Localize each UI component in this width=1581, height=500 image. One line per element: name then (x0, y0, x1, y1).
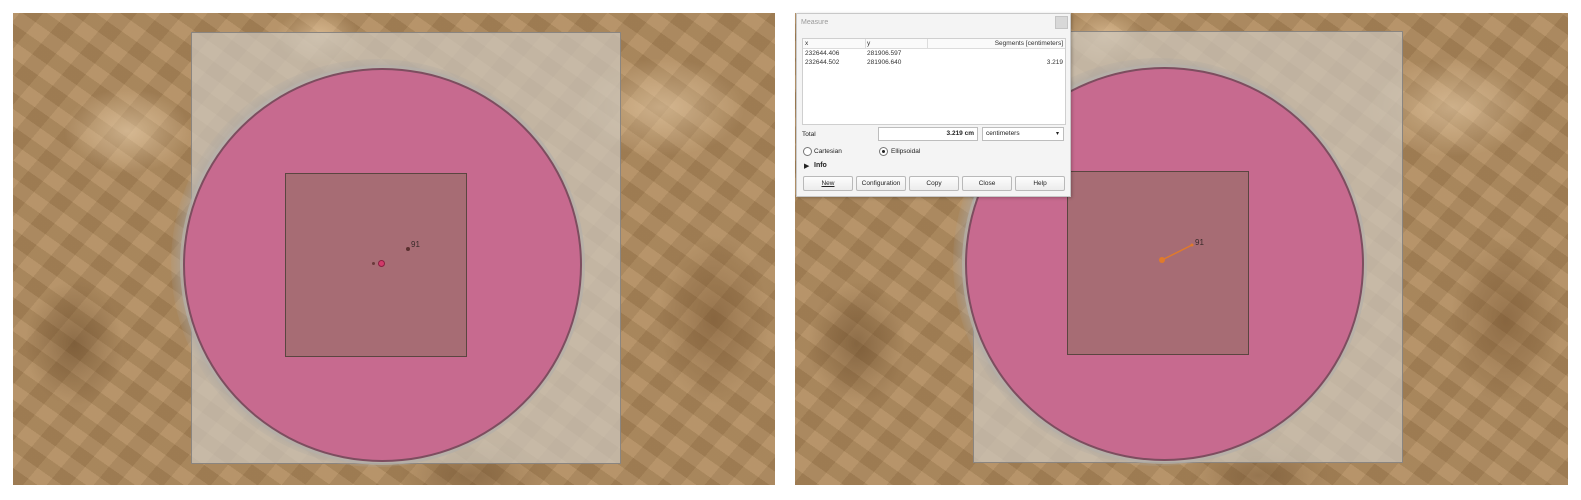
measure-dialog: Measure x y Segments [centimeters] 23264… (796, 13, 1071, 197)
cartesian-radio[interactable] (803, 147, 812, 156)
info-toggle[interactable]: Info (814, 162, 827, 169)
configuration-button[interactable]: Configuration (856, 176, 906, 191)
measure-start-point (1159, 257, 1165, 263)
close-button[interactable]: Close (962, 176, 1012, 191)
measure-segment (1161, 244, 1193, 261)
cell-segment: 3.219 (1046, 59, 1063, 66)
measure-end-point (1190, 243, 1194, 247)
cell-x: 232644.406 (805, 50, 840, 57)
col-header-y: y (867, 40, 871, 47)
new-button[interactable]: New (803, 176, 853, 191)
cell-y: 281906.640 (867, 59, 902, 66)
point-label: 91 (1195, 238, 1204, 247)
unit-select[interactable]: centimeters ▾ (982, 127, 1064, 141)
copy-button[interactable]: Copy (909, 176, 959, 191)
vertex-point-marker (372, 262, 375, 265)
table-row[interactable]: 232644.502 281906.640 3.219 (803, 58, 1065, 67)
total-value: 3.219 cm (946, 130, 974, 137)
chevron-down-icon: ▾ (1055, 131, 1059, 137)
cartesian-label: Cartesian (814, 148, 842, 155)
close-window-icon[interactable] (1055, 16, 1068, 29)
col-header-segments: Segments [centimeters] (994, 40, 1063, 47)
col-header-x: x (805, 40, 809, 47)
cell-x: 232644.502 (805, 59, 840, 66)
unit-selected-value: centimeters (986, 130, 1020, 137)
measure-table[interactable]: x y Segments [centimeters] 232644.406 28… (802, 38, 1066, 125)
dialog-titlebar[interactable]: Measure (797, 14, 1070, 31)
help-button[interactable]: Help (1015, 176, 1065, 191)
ellipsoidal-radio[interactable] (879, 147, 888, 156)
total-value-field[interactable]: 3.219 cm (878, 127, 978, 141)
point-91-marker (406, 247, 410, 251)
inner-square-feature (285, 173, 467, 357)
table-header: x y Segments [centimeters] (803, 39, 1065, 49)
point-label: 91 (411, 240, 420, 249)
table-row[interactable]: 232644.406 281906.597 (803, 49, 1065, 58)
center-point-marker (378, 260, 385, 267)
ellipsoidal-label: Ellipsoidal (891, 148, 921, 155)
map-canvas-left[interactable]: 91 (13, 13, 775, 485)
total-label: Total (802, 131, 816, 138)
expand-arrow-icon[interactable]: ▶ (804, 162, 809, 170)
cell-y: 281906.597 (867, 50, 902, 57)
dialog-title: Measure (801, 19, 829, 26)
